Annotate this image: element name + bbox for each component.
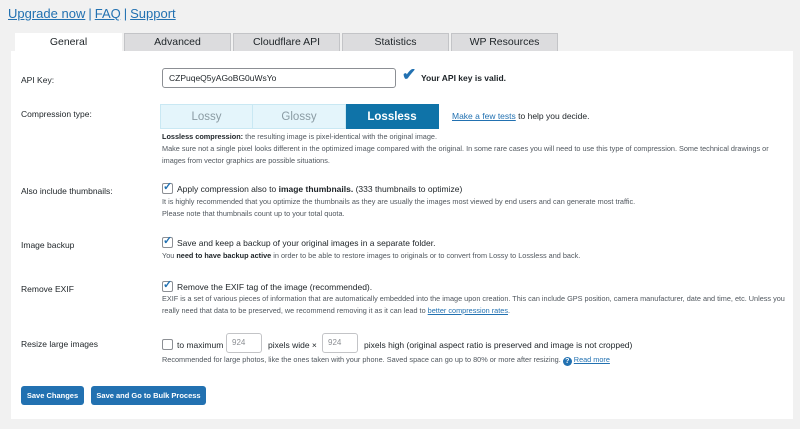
resize-desc: Recommended for large photos, like the o…	[162, 355, 561, 364]
backup-text: Save and keep a backup of your original …	[177, 238, 436, 248]
support-link[interactable]: Support	[130, 6, 176, 21]
separator: |	[123, 6, 128, 21]
separator: |	[88, 6, 92, 21]
resize-to-max: to maximum	[177, 340, 224, 350]
resize-wide-text: pixels wide ×	[268, 340, 317, 350]
compression-rates-link[interactable]: better compression rates	[428, 306, 508, 315]
resize-width-input[interactable]: 924	[226, 333, 262, 353]
resize-high-text: pixels high (original aspect ratio is pr…	[364, 340, 633, 350]
backup-desc-bold: need to have backup active	[176, 251, 272, 260]
resize-height-input[interactable]: 924	[322, 333, 358, 353]
read-more-link[interactable]: Read more	[574, 355, 610, 364]
thumbnails-text-prefix: Apply compression also to	[177, 184, 279, 194]
thumbnails-desc-2: Please note that thumbnails count up to …	[162, 209, 345, 218]
check-icon: ✓	[163, 279, 173, 291]
save-bulk-process-button[interactable]: Save and Go to Bulk Process	[91, 386, 206, 405]
thumbnails-description: It is highly recommended that you optimi…	[162, 196, 782, 220]
api-key-status: Your API key is valid.	[421, 73, 507, 83]
backup-desc-suffix: in order to be able to restore images to…	[271, 251, 581, 260]
backup-description: You need to have backup active in order …	[162, 250, 782, 262]
check-icon: ✓	[163, 181, 173, 193]
settings-tabs: General Advanced Cloudflare API Statisti…	[15, 33, 560, 51]
compression-type-label: Compression type:	[21, 109, 92, 119]
thumbnails-desc-1: It is highly recommended that you optimi…	[162, 197, 636, 206]
checkmark-icon: ✔	[402, 65, 417, 84]
help-icon: ?	[562, 357, 572, 366]
resize-label: Resize large images	[21, 339, 99, 349]
compression-desc-bold: Lossless compression:	[162, 132, 244, 141]
compression-lossy-option[interactable]: Lossy	[160, 104, 253, 129]
compression-desc-2: Make sure not a single pixel looks diffe…	[162, 144, 769, 165]
make-tests-text: Make a few tests to help you decide.	[452, 111, 590, 121]
backup-label: Image backup	[21, 240, 75, 250]
exif-checkbox[interactable]: ✓	[162, 279, 173, 292]
api-key-label: API Key:	[21, 75, 55, 85]
thumbnails-text: Apply compression also to image thumbnai…	[177, 184, 462, 194]
save-changes-button[interactable]: Save Changes	[21, 386, 84, 405]
top-links: Upgrade now | FAQ | Support	[8, 6, 176, 21]
compression-desc-1: the resulting image is pixel-identical w…	[243, 132, 437, 141]
compression-description: Lossless compression: the resulting imag…	[162, 131, 782, 167]
make-tests-link[interactable]: Make a few tests	[452, 111, 516, 121]
exif-label: Remove EXIF	[21, 284, 74, 294]
backup-checkbox[interactable]: ✓	[162, 235, 173, 248]
thumbnails-count: (333 thumbnails to optimize)	[353, 184, 463, 194]
faq-link[interactable]: FAQ	[95, 6, 121, 21]
resize-checkbox[interactable]	[162, 339, 173, 350]
tab-cloudflare-api[interactable]: Cloudflare API	[233, 33, 340, 51]
tab-wp-resources[interactable]: WP Resources	[451, 33, 558, 51]
tab-advanced[interactable]: Advanced	[124, 33, 231, 51]
backup-desc-prefix: You	[162, 251, 177, 260]
make-tests-suffix: to help you decide.	[515, 111, 590, 121]
exif-desc-end: .	[507, 306, 511, 315]
compression-selector: Lossy Glossy Lossless	[160, 104, 439, 129]
compression-glossy-option[interactable]: Glossy	[253, 104, 346, 129]
resize-description: Recommended for large photos, like the o…	[162, 354, 782, 366]
exif-text: Remove the EXIF tag of the image (recomm…	[177, 282, 373, 292]
thumbnails-text-bold: image thumbnails.	[278, 184, 354, 194]
tab-statistics[interactable]: Statistics	[342, 33, 449, 51]
check-icon: ✓	[163, 235, 173, 247]
api-key-input[interactable]	[162, 68, 396, 88]
tab-general[interactable]: General	[15, 33, 122, 51]
upgrade-link[interactable]: Upgrade now	[8, 6, 85, 21]
thumbnails-label: Also include thumbnails:	[21, 186, 113, 196]
settings-panel: API Key: ✔ Your API key is valid. Compre…	[11, 51, 793, 419]
thumbnails-checkbox[interactable]: ✓	[162, 181, 173, 194]
compression-lossless-option[interactable]: Lossless	[346, 104, 439, 129]
exif-description: EXIF is a set of various pieces of infor…	[162, 293, 787, 317]
